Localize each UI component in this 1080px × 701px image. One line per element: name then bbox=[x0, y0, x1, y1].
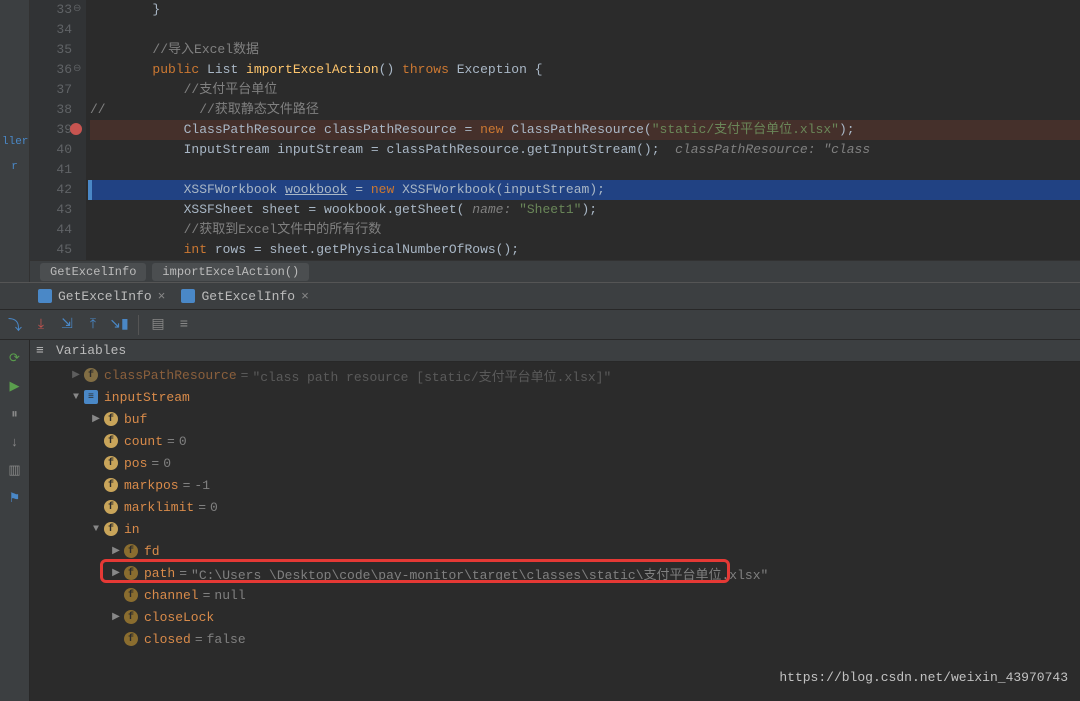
field-icon: f bbox=[104, 412, 118, 426]
table-row[interactable]: fmarkpos=-1 bbox=[30, 474, 1080, 496]
table-row[interactable]: fcount=0 bbox=[30, 430, 1080, 452]
pin-icon[interactable]: ⚑ bbox=[5, 488, 25, 508]
gutter[interactable]: 33 34 35 36 37 38 39 40 41 42 43 44 45 ⊖… bbox=[30, 0, 86, 260]
down-icon[interactable]: ↓ bbox=[5, 432, 25, 452]
fold-icon[interactable]: ⊖ bbox=[73, 63, 81, 75]
table-row[interactable]: fchannel=null bbox=[30, 584, 1080, 606]
close-icon[interactable]: × bbox=[301, 289, 309, 304]
table-row[interactable]: ▶fclassPathResource="class path resource… bbox=[30, 364, 1080, 386]
run-to-cursor-icon[interactable]: ↘▮ bbox=[108, 314, 130, 336]
field-icon: f bbox=[104, 500, 118, 514]
table-row[interactable]: fpos=0 bbox=[30, 452, 1080, 474]
variables-header[interactable]: ≡Variables bbox=[30, 340, 1080, 362]
exec-point-bar bbox=[88, 180, 92, 200]
debug-icon bbox=[181, 289, 195, 303]
watermark: https://blog.csdn.net/weixin_43970743 bbox=[779, 670, 1068, 685]
breadcrumb: GetExcelInfo importExcelAction() bbox=[30, 260, 1080, 282]
field-icon: f bbox=[124, 610, 138, 624]
settings-icon[interactable]: ≡ bbox=[173, 314, 195, 336]
field-icon: f bbox=[124, 632, 138, 646]
debug-tabs: GetExcelInfo× GetExcelInfo× bbox=[0, 282, 1080, 310]
table-row[interactable]: ▶fpath="C:\Users \Desktop\code\pay-monit… bbox=[30, 562, 1080, 584]
error-icon[interactable] bbox=[70, 123, 82, 135]
field-icon: f bbox=[104, 478, 118, 492]
tool-window-strip[interactable]: ller r bbox=[0, 0, 30, 282]
field-icon: f bbox=[124, 544, 138, 558]
table-row[interactable]: ▶fbuf bbox=[30, 408, 1080, 430]
stack-icon[interactable]: ▥ bbox=[5, 460, 25, 480]
debug-toolbar: ⤵ ⤓ ⇲ ⤒ ↘▮ ▤ ≡ bbox=[0, 310, 1080, 340]
debug-side-toolbar: ⟳ ▶ ⏸ ↓ ▥ ⚑ bbox=[0, 340, 30, 701]
step-out-icon[interactable]: ⤒ bbox=[82, 314, 104, 336]
table-row[interactable]: ▶fcloseLock bbox=[30, 606, 1080, 628]
variables-tree[interactable]: ▶fclassPathResource="class path resource… bbox=[30, 362, 1080, 701]
pause-icon[interactable]: ⏸ bbox=[5, 404, 25, 424]
side-tool-2[interactable]: r bbox=[0, 155, 29, 180]
field-icon: f bbox=[104, 522, 118, 536]
table-row[interactable]: fclosed=false bbox=[30, 628, 1080, 650]
table-row[interactable]: ▶ffd bbox=[30, 540, 1080, 562]
rerun-icon[interactable]: ⟳ bbox=[5, 348, 25, 368]
field-icon: ≡ bbox=[84, 390, 98, 404]
fold-icon[interactable]: ⊖ bbox=[73, 3, 81, 15]
tab-debug-session-1[interactable]: GetExcelInfo× bbox=[30, 283, 173, 309]
table-row[interactable]: ▼fin bbox=[30, 518, 1080, 540]
field-icon: f bbox=[104, 434, 118, 448]
field-icon: f bbox=[124, 566, 138, 580]
tab-debug-session-2[interactable]: GetExcelInfo× bbox=[173, 283, 316, 309]
breadcrumb-class[interactable]: GetExcelInfo bbox=[40, 263, 146, 281]
breadcrumb-method[interactable]: importExcelAction() bbox=[152, 263, 309, 281]
close-icon[interactable]: × bbox=[158, 289, 166, 304]
debug-icon bbox=[38, 289, 52, 303]
resume-icon[interactable]: ▶ bbox=[5, 376, 25, 396]
step-into-icon[interactable]: ⤓ bbox=[30, 314, 52, 336]
field-icon: f bbox=[104, 456, 118, 470]
hamburger-icon: ≡ bbox=[36, 343, 50, 358]
editor-area: 33 34 35 36 37 38 39 40 41 42 43 44 45 ⊖… bbox=[30, 0, 1080, 282]
step-over-icon[interactable]: ⤵ bbox=[4, 314, 26, 336]
evaluate-icon[interactable]: ▤ bbox=[147, 314, 169, 336]
table-row[interactable]: fmarklimit=0 bbox=[30, 496, 1080, 518]
table-row[interactable]: ▼≡inputStream bbox=[30, 386, 1080, 408]
field-icon: f bbox=[84, 368, 98, 382]
side-tool-1[interactable]: ller bbox=[0, 130, 29, 155]
force-step-icon[interactable]: ⇲ bbox=[56, 314, 78, 336]
code-source[interactable]: } //导入Excel数据 public List importExcelAct… bbox=[86, 0, 1080, 260]
field-icon: f bbox=[124, 588, 138, 602]
